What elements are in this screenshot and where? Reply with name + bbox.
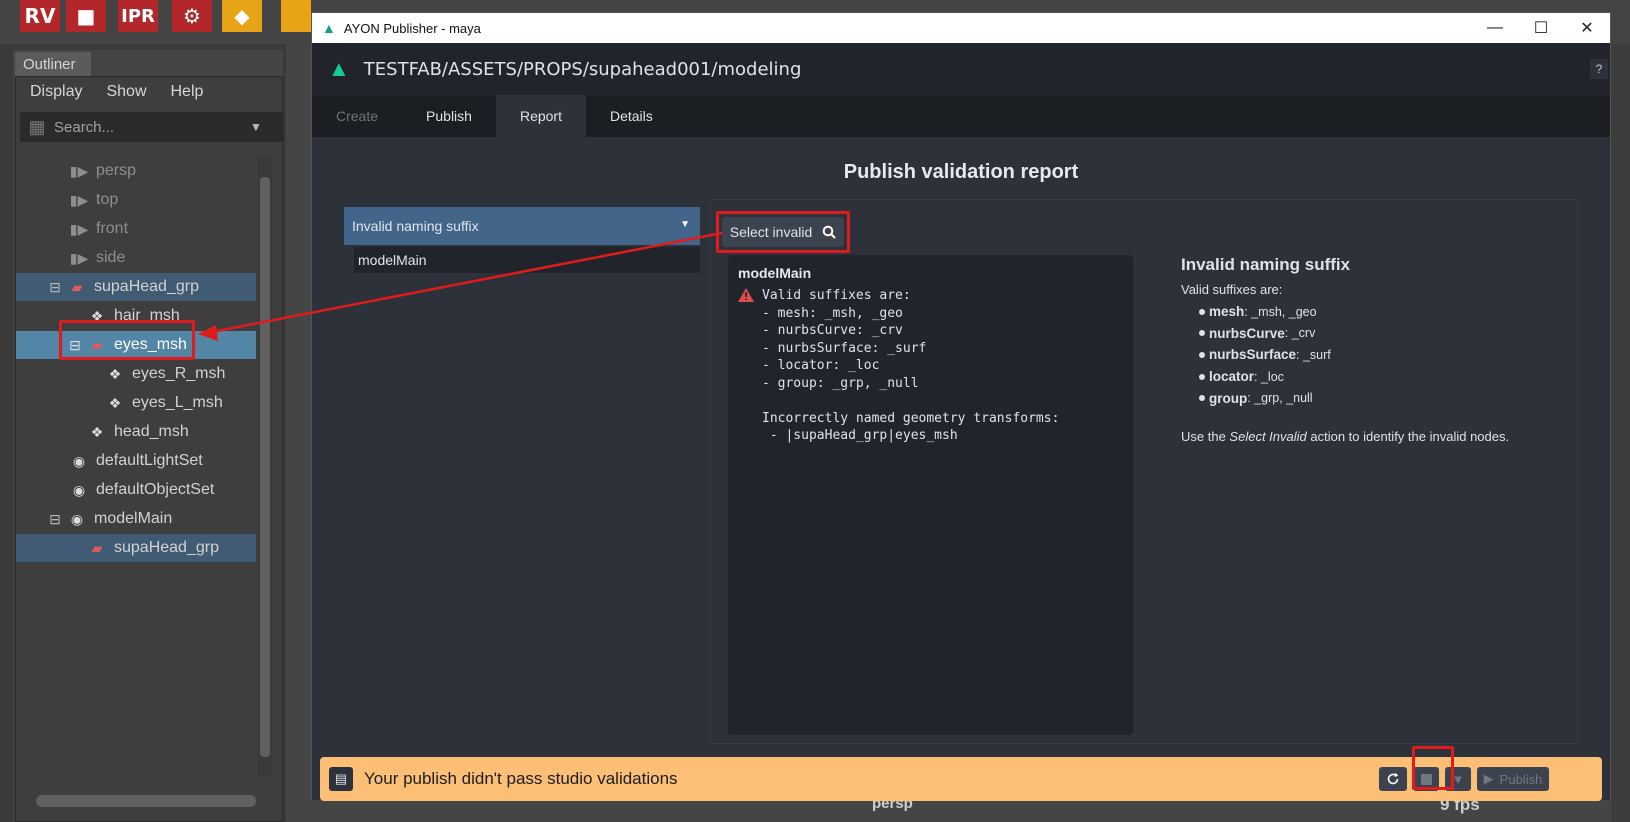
screen: RV ■ IPR ⚙ ◆ persp 9 fps Outliner Displa… [0,0,1630,822]
annotation-arrow [198,231,723,341]
